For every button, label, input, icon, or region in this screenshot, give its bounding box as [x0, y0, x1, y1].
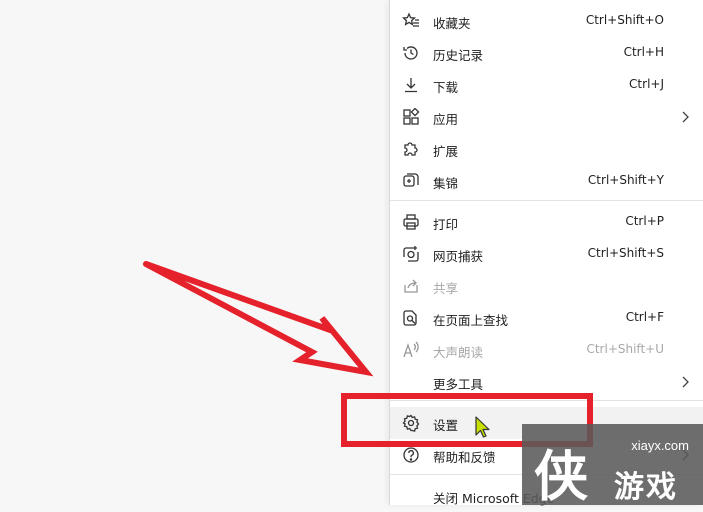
printer-icon	[402, 213, 420, 231]
menu-item-shortcut: Ctrl+Shift+O	[585, 13, 664, 27]
share-icon	[402, 277, 420, 295]
help-icon	[402, 446, 420, 464]
menu-item-label: 网页捕获	[433, 249, 484, 264]
menu-item-label: 大声朗读	[433, 345, 484, 360]
menu-item-label: 应用	[433, 112, 459, 127]
menu-item-label: 帮助和反馈	[433, 450, 496, 465]
menu-item-label: 下载	[433, 80, 459, 95]
find-on-page-icon	[402, 309, 420, 327]
menu-item-shortcut: Ctrl+J	[629, 77, 664, 91]
history-icon	[402, 44, 420, 62]
watermark-site: xiayx.com	[631, 438, 689, 453]
menu-item-downloads[interactable]: 下载 Ctrl+J	[390, 69, 703, 101]
menu-item-shortcut: Ctrl+Shift+U	[586, 342, 664, 356]
web-capture-icon	[402, 245, 420, 263]
menu-item-label: 收藏夹	[433, 16, 471, 31]
chevron-right-icon	[682, 376, 689, 388]
watermark: 侠 xiayx.com 游戏	[522, 424, 703, 508]
menu-item-web-capture[interactable]: 网页捕获 Ctrl+Shift+S	[390, 238, 703, 270]
apps-icon	[402, 108, 420, 126]
menu-item-label: 更多工具	[433, 377, 484, 392]
menu-item-history[interactable]: 历史记录 Ctrl+H	[390, 37, 703, 69]
menu-item-collections[interactable]: 集锦 Ctrl+Shift+Y	[390, 165, 703, 197]
chevron-right-icon	[682, 111, 689, 123]
menu-item-label: 扩展	[433, 144, 459, 159]
menu-item-share: 共享	[390, 270, 703, 302]
menu-item-read-aloud: 大声朗读 Ctrl+Shift+U	[390, 334, 703, 366]
menu-item-apps[interactable]: 应用	[390, 101, 703, 133]
menu-item-label: 打印	[433, 217, 459, 232]
menu-item-shortcut: Ctrl+Shift+Y	[587, 173, 664, 187]
menu-item-print[interactable]: 打印 Ctrl+P	[390, 206, 703, 238]
menu-item-shortcut: Ctrl+Shift+S	[587, 246, 664, 260]
menu-item-label: 历史记录	[433, 48, 484, 63]
menu-item-label: 集锦	[433, 176, 459, 191]
menu-item-shortcut: Ctrl+H	[623, 45, 664, 59]
menu-item-label: 在页面上查找	[433, 313, 509, 328]
menu-item-extensions[interactable]: 扩展	[390, 133, 703, 165]
watermark-char: 侠	[534, 444, 588, 508]
menu-item-label: 共享	[433, 281, 459, 296]
menu-item-shortcut: Ctrl+F	[625, 310, 664, 324]
menu-item-shortcut: Ctrl+P	[625, 214, 664, 228]
watermark-text: 游戏	[614, 470, 678, 505]
menu-item-favorites[interactable]: 收藏夹 Ctrl+Shift+O	[390, 5, 703, 37]
star-list-icon	[402, 12, 420, 30]
mouse-cursor-icon	[475, 416, 490, 438]
download-icon	[402, 76, 420, 94]
puzzle-icon	[402, 140, 420, 158]
menu-divider	[390, 200, 703, 201]
read-aloud-icon	[402, 341, 420, 359]
collections-icon	[402, 172, 420, 190]
menu-item-find-on-page[interactable]: 在页面上查找 Ctrl+F	[390, 302, 703, 334]
